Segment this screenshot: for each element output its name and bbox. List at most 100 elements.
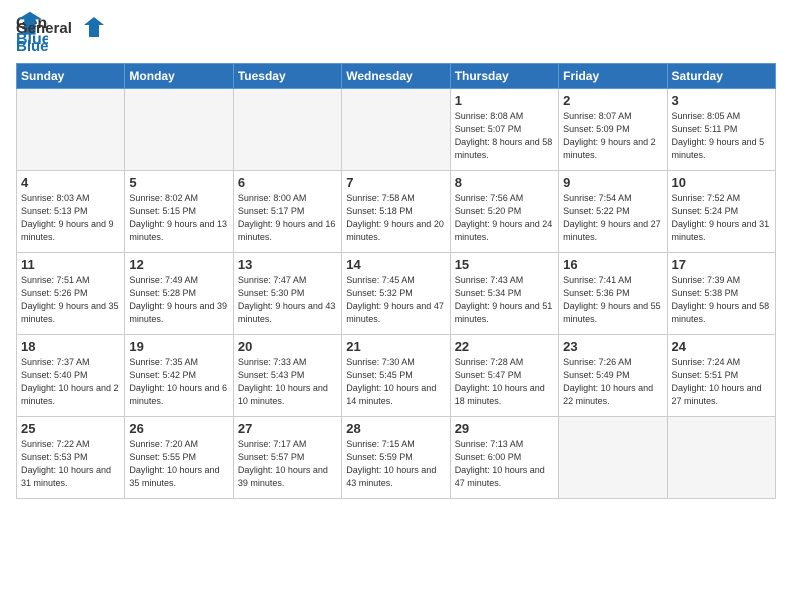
day-number: 2	[563, 93, 662, 108]
day-info: Sunrise: 7:20 AMSunset: 5:55 PMDaylight:…	[129, 438, 228, 490]
day-info: Sunrise: 7:52 AMSunset: 5:24 PMDaylight:…	[672, 192, 771, 244]
day-info: Sunrise: 7:28 AMSunset: 5:47 PMDaylight:…	[455, 356, 554, 408]
calendar-cell: 29 Sunrise: 7:13 AMSunset: 6:00 PMDayligh…	[450, 417, 558, 499]
calendar-cell: 13 Sunrise: 7:47 AMSunset: 5:30 PMDayligh…	[233, 253, 341, 335]
calendar-cell: 18Sunrise: 7:37 AMSunset: 5:40 PMDayligh…	[17, 335, 125, 417]
weekday-header-wednesday: Wednesday	[342, 64, 450, 89]
calendar-cell: 1 Sunrise: 8:08 AMSunset: 5:07 PMDaylight…	[450, 89, 558, 171]
day-number: 13	[238, 257, 337, 272]
day-info: Sunrise: 8:05 AMSunset: 5:11 PMDaylight:…	[672, 110, 771, 162]
calendar-cell: 25Sunrise: 7:22 AMSunset: 5:53 PMDayligh…	[17, 417, 125, 499]
day-info: Sunrise: 7:39 AMSunset: 5:38 PMDaylight:…	[672, 274, 771, 326]
calendar-cell: 2 Sunrise: 8:07 AMSunset: 5:09 PMDaylight…	[559, 89, 667, 171]
day-number: 7	[346, 175, 445, 190]
calendar-cell	[342, 89, 450, 171]
day-info: Sunrise: 7:43 AMSunset: 5:34 PMDaylight:…	[455, 274, 554, 326]
calendar-cell: 26 Sunrise: 7:20 AMSunset: 5:55 PMDayligh…	[125, 417, 233, 499]
calendar-cell: 3 Sunrise: 8:05 AMSunset: 5:11 PMDaylight…	[667, 89, 775, 171]
day-number: 11	[21, 257, 120, 272]
calendar-week-5: 25Sunrise: 7:22 AMSunset: 5:53 PMDayligh…	[17, 417, 776, 499]
calendar-cell: 14 Sunrise: 7:45 AMSunset: 5:32 PMDayligh…	[342, 253, 450, 335]
day-number: 28	[346, 421, 445, 436]
day-info: Sunrise: 7:30 AMSunset: 5:45 PMDaylight:…	[346, 356, 445, 408]
day-info: Sunrise: 7:26 AMSunset: 5:49 PMDaylight:…	[563, 356, 662, 408]
calendar-cell: 19 Sunrise: 7:35 AMSunset: 5:42 PMDayligh…	[125, 335, 233, 417]
day-number: 20	[238, 339, 337, 354]
weekday-header-monday: Monday	[125, 64, 233, 89]
calendar-week-1: 1 Sunrise: 8:08 AMSunset: 5:07 PMDaylight…	[17, 89, 776, 171]
calendar-cell: 12 Sunrise: 7:49 AMSunset: 5:28 PMDayligh…	[125, 253, 233, 335]
day-number: 23	[563, 339, 662, 354]
day-number: 24	[672, 339, 771, 354]
calendar-cell	[559, 417, 667, 499]
day-number: 6	[238, 175, 337, 190]
calendar-week-4: 18Sunrise: 7:37 AMSunset: 5:40 PMDayligh…	[17, 335, 776, 417]
day-info: Sunrise: 7:41 AMSunset: 5:36 PMDaylight:…	[563, 274, 662, 326]
day-info: Sunrise: 7:58 AMSunset: 5:18 PMDaylight:…	[346, 192, 445, 244]
day-number: 19	[129, 339, 228, 354]
calendar-cell: 21 Sunrise: 7:30 AMSunset: 5:45 PMDayligh…	[342, 335, 450, 417]
calendar-cell: 11 Sunrise: 7:51 AMSunset: 5:26 PMDayligh…	[17, 253, 125, 335]
calendar-cell	[17, 89, 125, 171]
day-number: 26	[129, 421, 228, 436]
day-info: Sunrise: 7:51 AMSunset: 5:26 PMDaylight:…	[21, 274, 120, 326]
calendar-cell: 28 Sunrise: 7:15 AMSunset: 5:59 PMDayligh…	[342, 417, 450, 499]
day-info: Sunrise: 7:47 AMSunset: 5:30 PMDaylight:…	[238, 274, 337, 326]
day-number: 18	[21, 339, 120, 354]
day-number: 4	[21, 175, 120, 190]
calendar-week-3: 11 Sunrise: 7:51 AMSunset: 5:26 PMDayligh…	[17, 253, 776, 335]
day-info: Sunrise: 7:49 AMSunset: 5:28 PMDaylight:…	[129, 274, 228, 326]
calendar-cell: 8 Sunrise: 7:56 AMSunset: 5:20 PMDaylight…	[450, 171, 558, 253]
calendar-cell: 16 Sunrise: 7:41 AMSunset: 5:36 PMDayligh…	[559, 253, 667, 335]
day-number: 12	[129, 257, 228, 272]
day-info: Sunrise: 7:24 AMSunset: 5:51 PMDaylight:…	[672, 356, 771, 408]
page-container: General Blue General Blue SundayMondayTu…	[0, 0, 792, 507]
calendar-cell: 22Sunrise: 7:28 AMSunset: 5:47 PMDayligh…	[450, 335, 558, 417]
calendar-week-2: 4 Sunrise: 8:03 AMSunset: 5:13 PMDaylight…	[17, 171, 776, 253]
weekday-header-tuesday: Tuesday	[233, 64, 341, 89]
calendar-cell	[667, 417, 775, 499]
day-info: Sunrise: 7:56 AMSunset: 5:20 PMDaylight:…	[455, 192, 554, 244]
day-info: Sunrise: 7:35 AMSunset: 5:42 PMDaylight:…	[129, 356, 228, 408]
day-info: Sunrise: 8:00 AMSunset: 5:17 PMDaylight:…	[238, 192, 337, 244]
calendar-cell: 24 Sunrise: 7:24 AMSunset: 5:51 PMDayligh…	[667, 335, 775, 417]
calendar-cell: 7 Sunrise: 7:58 AMSunset: 5:18 PMDaylight…	[342, 171, 450, 253]
day-number: 9	[563, 175, 662, 190]
day-info: Sunrise: 7:15 AMSunset: 5:59 PMDaylight:…	[346, 438, 445, 490]
day-info: Sunrise: 7:17 AMSunset: 5:57 PMDaylight:…	[238, 438, 337, 490]
calendar-cell	[233, 89, 341, 171]
logo: General Blue General Blue	[16, 10, 106, 55]
day-number: 14	[346, 257, 445, 272]
header: General Blue General Blue	[16, 10, 776, 55]
calendar-cell: 15 Sunrise: 7:43 AMSunset: 5:34 PMDayligh…	[450, 253, 558, 335]
logo-svg: General Blue	[16, 15, 106, 55]
calendar-cell: 10Sunrise: 7:52 AMSunset: 5:24 PMDayligh…	[667, 171, 775, 253]
day-info: Sunrise: 8:07 AMSunset: 5:09 PMDaylight:…	[563, 110, 662, 162]
day-number: 29	[455, 421, 554, 436]
day-info: Sunrise: 7:45 AMSunset: 5:32 PMDaylight:…	[346, 274, 445, 326]
day-info: Sunrise: 7:13 AMSunset: 6:00 PMDaylight:…	[455, 438, 554, 490]
day-number: 1	[455, 93, 554, 108]
calendar-cell	[125, 89, 233, 171]
day-number: 8	[455, 175, 554, 190]
day-info: Sunrise: 8:08 AMSunset: 5:07 PMDaylight:…	[455, 110, 554, 162]
calendar-cell: 6 Sunrise: 8:00 AMSunset: 5:17 PMDaylight…	[233, 171, 341, 253]
calendar-cell: 20 Sunrise: 7:33 AMSunset: 5:43 PMDayligh…	[233, 335, 341, 417]
day-info: Sunrise: 7:33 AMSunset: 5:43 PMDaylight:…	[238, 356, 337, 408]
calendar-cell: 5Sunrise: 8:02 AMSunset: 5:15 PMDaylight…	[125, 171, 233, 253]
calendar-cell: 9 Sunrise: 7:54 AMSunset: 5:22 PMDaylight…	[559, 171, 667, 253]
calendar-cell: 23 Sunrise: 7:26 AMSunset: 5:49 PMDayligh…	[559, 335, 667, 417]
calendar-cell: 4 Sunrise: 8:03 AMSunset: 5:13 PMDaylight…	[17, 171, 125, 253]
calendar-cell: 27 Sunrise: 7:17 AMSunset: 5:57 PMDayligh…	[233, 417, 341, 499]
day-info: Sunrise: 8:02 AMSunset: 5:15 PMDaylight:…	[129, 192, 228, 244]
day-number: 15	[455, 257, 554, 272]
day-number: 3	[672, 93, 771, 108]
day-info: Sunrise: 8:03 AMSunset: 5:13 PMDaylight:…	[21, 192, 120, 244]
day-number: 17	[672, 257, 771, 272]
svg-text:Blue: Blue	[16, 38, 49, 55]
day-number: 21	[346, 339, 445, 354]
day-info: Sunrise: 7:54 AMSunset: 5:22 PMDaylight:…	[563, 192, 662, 244]
day-number: 16	[563, 257, 662, 272]
day-number: 25	[21, 421, 120, 436]
day-number: 27	[238, 421, 337, 436]
